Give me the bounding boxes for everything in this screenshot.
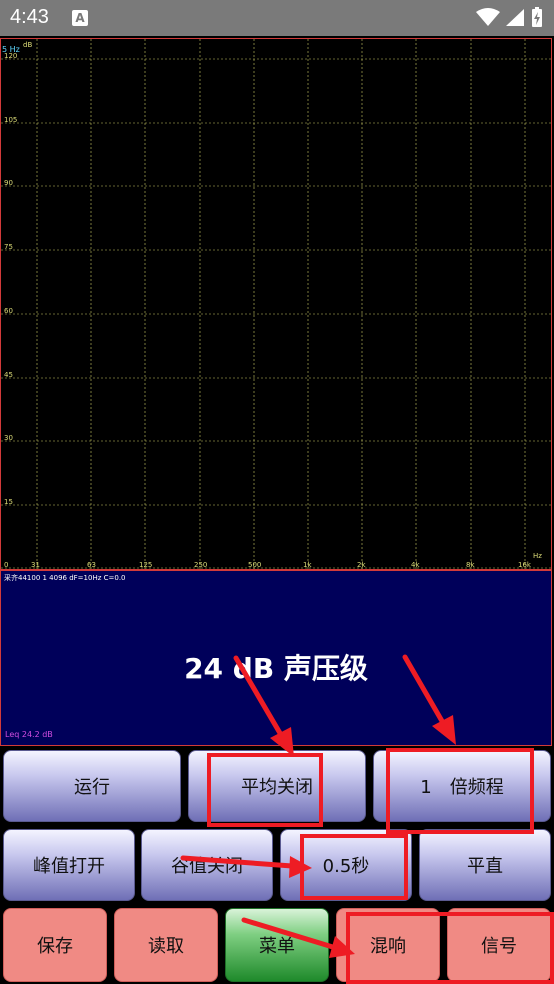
status-icons <box>474 6 544 30</box>
y-tick: 90 <box>4 179 13 187</box>
read-button[interactable]: 读取 <box>114 908 218 982</box>
x-tick: 63 <box>87 561 96 569</box>
menu-button[interactable]: 菜单 <box>225 908 329 982</box>
x-tick: 2k <box>357 561 366 569</box>
x-tick: 250 <box>194 561 208 569</box>
time-weighting-button[interactable]: 0.5秒 <box>280 829 412 901</box>
save-button[interactable]: 保存 <box>3 908 107 982</box>
y-tick: 30 <box>4 434 13 442</box>
y-tick: 75 <box>4 243 13 251</box>
y-tick: 105 <box>4 116 18 124</box>
x-unit-label: Hz <box>533 552 542 560</box>
x-tick: 16k <box>518 561 531 569</box>
x-tick: 125 <box>139 561 153 569</box>
valley-toggle-button[interactable]: 谷值关闭 <box>141 829 273 901</box>
notification-icon: A <box>72 10 88 26</box>
octave-button[interactable]: 1 倍频程 <box>373 750 551 822</box>
flat-weighting-button[interactable]: 平直 <box>419 829 551 901</box>
status-bar: 4:43 A <box>0 0 554 36</box>
peak-toggle-button[interactable]: 峰值打开 <box>3 829 135 901</box>
average-toggle-button[interactable]: 平均关闭 <box>188 750 366 822</box>
signal-button[interactable]: 信号 <box>447 908 551 982</box>
x-tick: 4k <box>411 561 420 569</box>
x-tick: 8k <box>466 561 475 569</box>
y-tick: 120 <box>4 52 18 60</box>
run-button[interactable]: 运行 <box>3 750 181 822</box>
analysis-params: 采齐44100 1 4096 dF=10Hz C=0.0 <box>4 574 126 582</box>
battery-icon <box>532 7 542 27</box>
level-display: 采齐44100 1 4096 dF=10Hz C=0.0 24 dB 声压级 L… <box>0 570 552 746</box>
y-tick: 45 <box>4 371 13 379</box>
leq-readout: Leq 24.2 dB <box>5 730 53 739</box>
status-time: 4:43 <box>10 6 49 28</box>
db-unit-label: dB <box>23 41 33 49</box>
spl-headline: 24 dB 声压级 <box>184 652 368 685</box>
signal-icon <box>506 9 524 26</box>
wifi-icon <box>476 8 500 26</box>
y-tick: 0 <box>4 561 9 569</box>
spectrum-chart[interactable]: 5 Hz dB 120 105 90 75 60 45 30 15 0 31 6… <box>0 38 553 571</box>
x-tick: 31 <box>31 561 40 569</box>
y-tick: 60 <box>4 307 13 315</box>
x-tick: 1k <box>303 561 312 569</box>
spectrum-grid <box>1 39 553 571</box>
y-tick: 15 <box>4 498 13 506</box>
x-tick: 500 <box>248 561 262 569</box>
reverb-button[interactable]: 混响 <box>336 908 440 982</box>
